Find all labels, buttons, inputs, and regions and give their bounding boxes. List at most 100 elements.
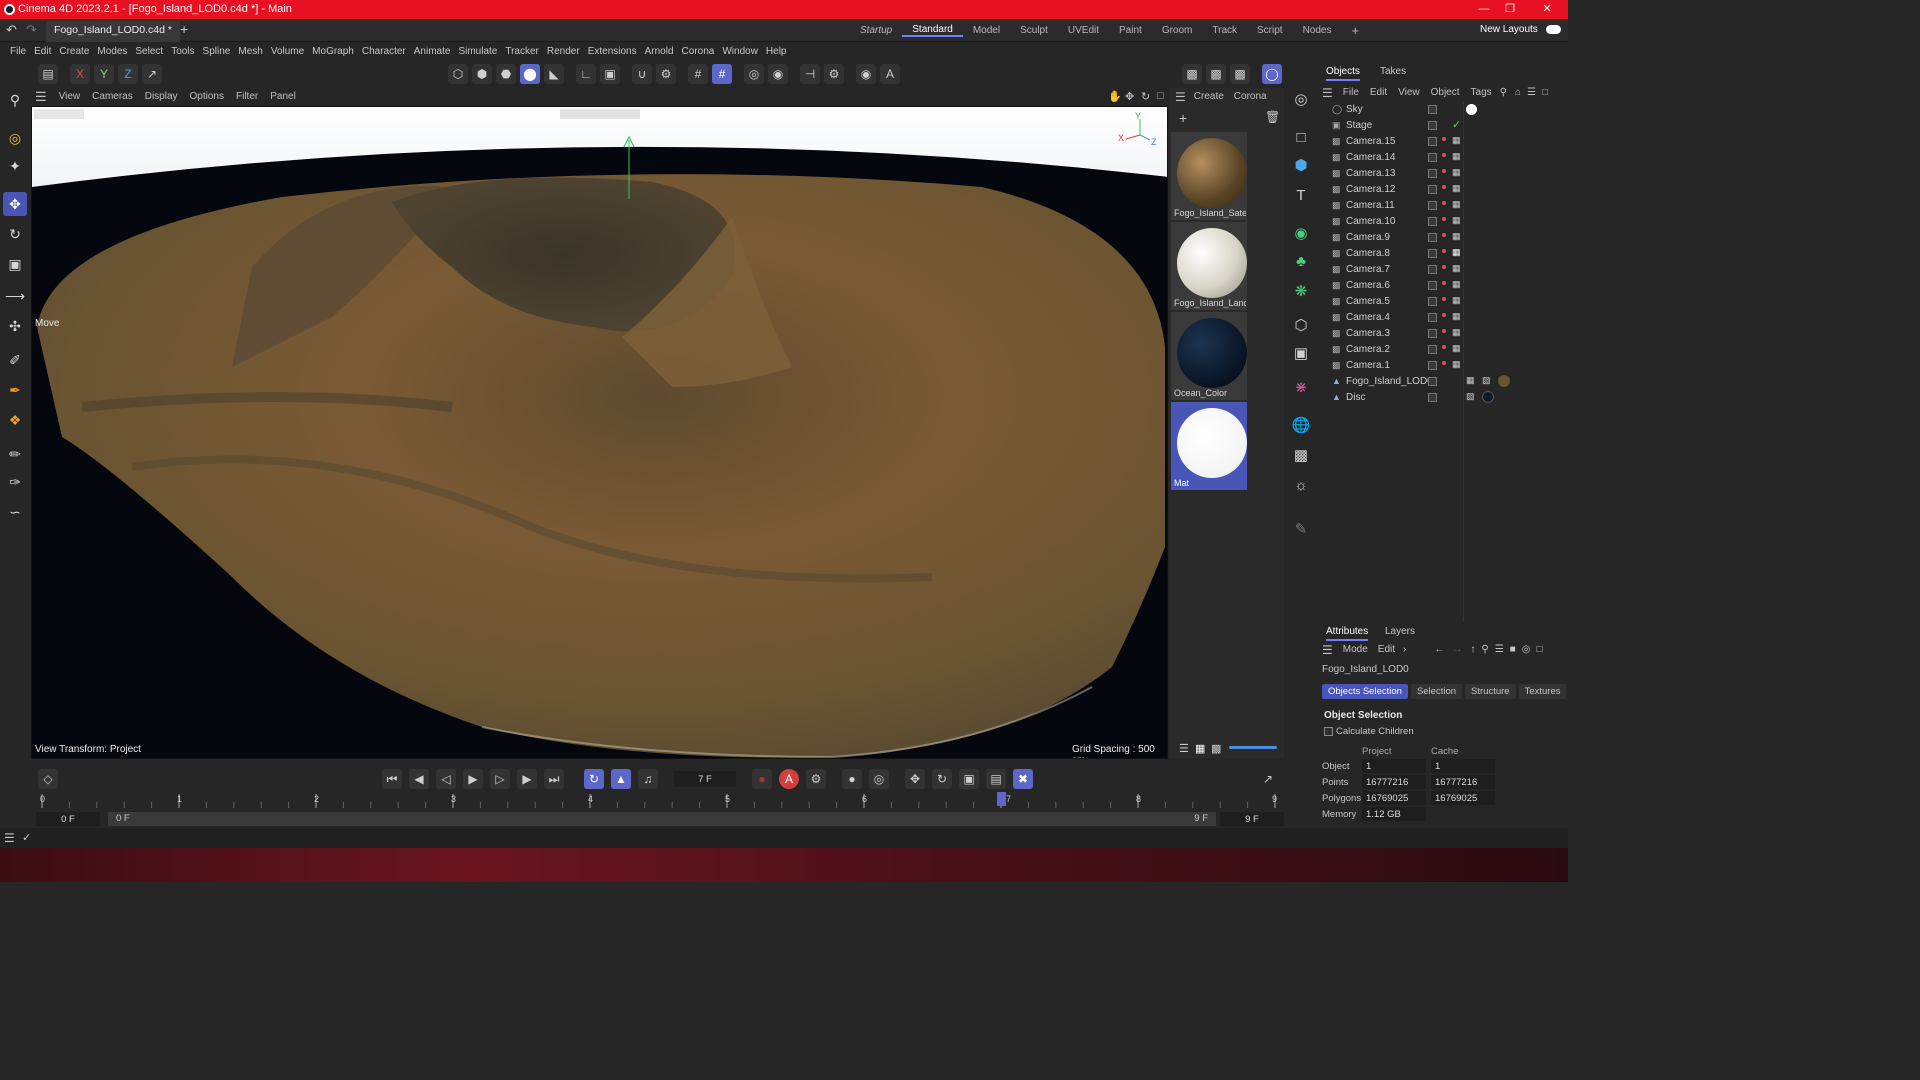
brush-object-icon[interactable]: ✎ [1289, 518, 1313, 542]
menu-create[interactable]: Create [56, 46, 94, 57]
move-tool-icon[interactable]: ✥ [3, 192, 27, 216]
attribute-search-icon[interactable]: ⚲ [1481, 644, 1494, 655]
placement-tool-icon[interactable]: ✣ [3, 314, 27, 338]
delete-material-icon[interactable]: 🗑 [1265, 110, 1280, 124]
object-visibility-toggle[interactable] [1428, 185, 1437, 194]
stats-value-project[interactable] [1362, 791, 1426, 805]
object-visibility-toggle[interactable] [1428, 345, 1437, 354]
edges-mode-icon[interactable]: ⬢ [472, 64, 492, 84]
menu-spline[interactable]: Spline [200, 46, 236, 57]
param-key-icon[interactable]: ▤ [986, 769, 1006, 789]
camera-tag-icon[interactable]: ▦ [1452, 183, 1461, 194]
material-menu-corona[interactable]: Corona [1234, 91, 1267, 102]
menu-file[interactable]: File [7, 46, 31, 57]
select-tool-icon[interactable]: ◎ [3, 126, 27, 150]
record-icon[interactable]: ● [752, 769, 772, 789]
axis-mode-icon[interactable]: ∟ [576, 64, 596, 84]
current-frame-field[interactable] [674, 771, 736, 787]
object-row-camera-12[interactable]: ▩ Camera.12 ▦ [1318, 182, 1568, 198]
object-menu-tags[interactable]: Tags [1471, 87, 1500, 98]
keyframe-settings-icon[interactable]: ⚙ [806, 769, 826, 789]
solo-icon[interactable]: ▣ [600, 64, 620, 84]
attribute-filter-icon[interactable]: ☰ [1495, 644, 1510, 655]
object-row-camera-13[interactable]: ▩ Camera.13 ▦ [1318, 166, 1568, 182]
object-menu-icon[interactable]: ☰ [1318, 86, 1343, 100]
object-visibility-toggle[interactable] [1428, 201, 1437, 210]
camera-tag-icon[interactable]: ▦ [1452, 311, 1461, 322]
mograph-icon[interactable]: ⋇ [1289, 376, 1313, 400]
range-slider[interactable]: 0 F 9 F [108, 812, 1216, 826]
sky-tag-icon[interactable] [1466, 104, 1477, 115]
object-row-camera-3[interactable]: ▩ Camera.3 ▦ [1318, 326, 1568, 342]
redo-icon[interactable]: ↷ [26, 22, 37, 38]
material-menu-create[interactable]: Create [1194, 91, 1234, 102]
subtab-selection[interactable]: Selection [1410, 684, 1463, 699]
uvw-tag-icon[interactable]: ▧ [1466, 391, 1475, 402]
add-material-icon[interactable]: + [1179, 110, 1187, 126]
key-interpolation-icon[interactable]: ◎ [869, 769, 889, 789]
render-dot-icon[interactable] [1442, 249, 1446, 253]
render-dot-icon[interactable] [1442, 361, 1446, 365]
viewport-menu-icon[interactable]: ☰ [31, 89, 55, 105]
phong-tag-icon[interactable]: ▦ [1466, 375, 1475, 386]
render-dot-icon[interactable] [1442, 265, 1446, 269]
y-axis-lock[interactable]: Y [94, 64, 114, 84]
layout-standard[interactable]: Standard [902, 24, 963, 37]
add-layout-icon[interactable]: + [1341, 23, 1369, 38]
tab-layers[interactable]: Layers [1385, 626, 1415, 637]
subtab-objects-selection[interactable]: Objects Selection [1322, 684, 1408, 699]
object-row-camera-2[interactable]: ▩ Camera.2 ▦ [1318, 342, 1568, 358]
viewport-menu-panel[interactable]: Panel [266, 91, 304, 102]
symmetry-icon[interactable]: ⊣ [800, 64, 820, 84]
object-row-camera-4[interactable]: ▩ Camera.4 ▦ [1318, 310, 1568, 326]
timeline-graph-icon[interactable]: ↗ [1258, 769, 1278, 789]
render-dot-icon[interactable] [1442, 185, 1446, 189]
transform-tool-icon[interactable]: ⟶ [3, 284, 27, 308]
menu-volume[interactable]: Volume [268, 46, 309, 57]
x-axis-lock[interactable]: X [70, 64, 90, 84]
object-row-camera-7[interactable]: ▩ Camera.7 ▦ [1318, 262, 1568, 278]
stats-value-project[interactable] [1362, 759, 1426, 773]
spline-pen-icon[interactable]: ✐ [3, 348, 27, 372]
document-tab[interactable]: Fogo_Island_LOD0.c4d * [46, 21, 180, 42]
layout-script[interactable]: Script [1247, 25, 1293, 36]
viewport-menu-display[interactable]: Display [141, 91, 186, 102]
redshift-icon[interactable]: ◯ [1262, 64, 1282, 84]
coordinate-system-icon[interactable]: ↗ [142, 64, 162, 84]
polygon-pen-icon[interactable]: ∽ [3, 500, 27, 524]
render-view-icon[interactable]: ▩ [1182, 64, 1202, 84]
layout-paint[interactable]: Paint [1109, 25, 1152, 36]
render-dot-icon[interactable] [1442, 233, 1446, 237]
camera-tag-icon[interactable]: ▦ [1452, 279, 1461, 290]
next-frame-icon[interactable]: ▷ [490, 769, 510, 789]
object-visibility-toggle[interactable] [1428, 361, 1437, 370]
new-attribute-window-icon[interactable]: □ [1536, 644, 1542, 655]
render-dot-icon[interactable] [1442, 345, 1446, 349]
texture-mode-icon[interactable]: ◣ [544, 64, 564, 84]
new-layouts-toggle[interactable] [1546, 25, 1561, 34]
snap-settings-icon[interactable]: ⚙ [656, 64, 676, 84]
menu-render[interactable]: Render [544, 46, 585, 57]
camera-tag-icon[interactable]: ▦ [1452, 295, 1461, 306]
object-filter-icon[interactable]: ☰ [1527, 87, 1542, 98]
material-menu-icon[interactable]: ☰ [1169, 90, 1194, 104]
object-row-disc[interactable]: ▲ Disc ▧ [1318, 390, 1568, 406]
menu-animate[interactable]: Animate [411, 46, 456, 57]
object-visibility-toggle[interactable] [1428, 297, 1437, 306]
object-visibility-toggle[interactable] [1428, 217, 1437, 226]
object-visibility-toggle[interactable] [1428, 233, 1437, 242]
object-row-camera-10[interactable]: ▩ Camera.10 ▦ [1318, 214, 1568, 230]
tab-attributes[interactable]: Attributes [1326, 626, 1369, 641]
playback-mode-icon[interactable]: ▲ [611, 769, 631, 789]
scale-tool-icon[interactable]: ▣ [3, 252, 27, 276]
maximize-icon[interactable]: ❐ [1503, 2, 1517, 16]
object-visibility-toggle[interactable] [1428, 137, 1437, 146]
object-row-camera-6[interactable]: ▩ Camera.6 ▦ [1318, 278, 1568, 294]
timeline-end-field[interactable] [1220, 812, 1284, 826]
close-icon[interactable]: ✕ [1540, 2, 1554, 16]
menu-mesh[interactable]: Mesh [235, 46, 267, 57]
menu-window[interactable]: Window [719, 46, 763, 57]
goto-start-icon[interactable]: ⏮ [382, 769, 402, 789]
object-visibility-toggle[interactable] [1428, 281, 1437, 290]
object-visibility-toggle[interactable] [1428, 153, 1437, 162]
